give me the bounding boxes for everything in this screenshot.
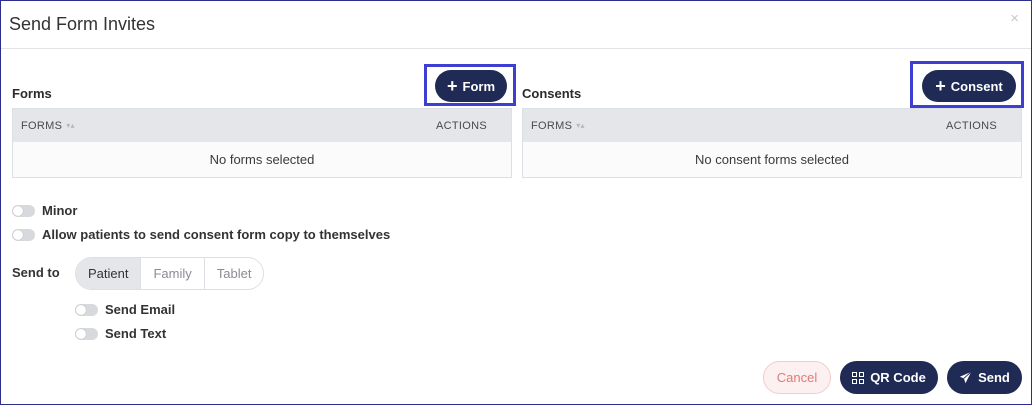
consents-table: FORMS ▾▴ ACTIONS No consent forms select… (522, 108, 1022, 178)
forms-column-header[interactable]: FORMS ▾▴ (21, 120, 75, 132)
sort-icon[interactable]: ▾▴ (66, 121, 75, 130)
forms-title: Forms (12, 86, 52, 101)
qr-code-label: QR Code (870, 370, 926, 385)
tab-patient[interactable]: Patient (76, 258, 142, 289)
add-form-button[interactable]: + Form (435, 70, 507, 102)
send-to-segmented-control: Patient Family Tablet (75, 257, 265, 290)
consents-table-header: FORMS ▾▴ ACTIONS (523, 109, 1021, 142)
send-text-toggle-row: Send Text (75, 326, 166, 341)
consents-empty-message: No consent forms selected (523, 142, 1021, 177)
cancel-label: Cancel (776, 370, 818, 385)
forms-table: FORMS ▾▴ ACTIONS No forms selected (12, 108, 512, 178)
send-text-toggle[interactable] (75, 327, 98, 340)
modal-title: Send Form Invites (9, 14, 156, 34)
send-email-toggle[interactable] (75, 303, 98, 316)
send-to-label: Send to (12, 265, 60, 280)
tab-family[interactable]: Family (141, 258, 205, 289)
minor-toggle-row: Minor (12, 203, 77, 218)
add-consent-button[interactable]: + Consent (922, 70, 1016, 102)
forms-table-header: FORMS ▾▴ ACTIONS (13, 109, 511, 142)
minor-toggle[interactable] (12, 204, 35, 217)
qr-code-icon (852, 371, 865, 384)
close-icon[interactable]: × (1010, 11, 1019, 26)
cancel-button[interactable]: Cancel (763, 361, 831, 394)
allow-copy-toggle[interactable] (12, 228, 35, 241)
modal-header: Send Form Invites × (1, 1, 1031, 49)
plus-icon: + (935, 76, 946, 96)
sort-icon[interactable]: ▾▴ (576, 121, 585, 130)
consents-column-label: FORMS (531, 119, 573, 132)
send-text-label: Send Text (105, 326, 167, 341)
consents-title: Consents (522, 86, 582, 101)
tab-tablet[interactable]: Tablet (205, 258, 264, 289)
send-label: Send (978, 370, 1010, 385)
actions-column-label: ACTIONS (436, 119, 487, 132)
consents-column-header[interactable]: FORMS ▾▴ (531, 120, 585, 132)
allow-copy-label: Allow patients to send consent form copy… (42, 227, 391, 242)
forms-column-label: FORMS (21, 119, 63, 132)
add-consent-label: Consent (950, 78, 1003, 94)
send-email-toggle-row: Send Email (75, 302, 175, 317)
plus-icon: + (446, 76, 458, 96)
add-form-label: Form (462, 78, 496, 94)
send-email-label: Send Email (105, 302, 176, 317)
send-button[interactable]: Send (947, 361, 1022, 394)
paper-plane-icon (959, 371, 972, 384)
minor-label: Minor (42, 203, 78, 218)
actions-column-label: ACTIONS (946, 119, 997, 132)
send-form-invites-modal: Send Form Invites × Forms + Form FORMS ▾… (0, 0, 1032, 405)
forms-empty-message: No forms selected (13, 142, 511, 177)
qr-code-button[interactable]: QR Code (840, 361, 938, 394)
allow-copy-toggle-row: Allow patients to send consent form copy… (12, 227, 390, 242)
